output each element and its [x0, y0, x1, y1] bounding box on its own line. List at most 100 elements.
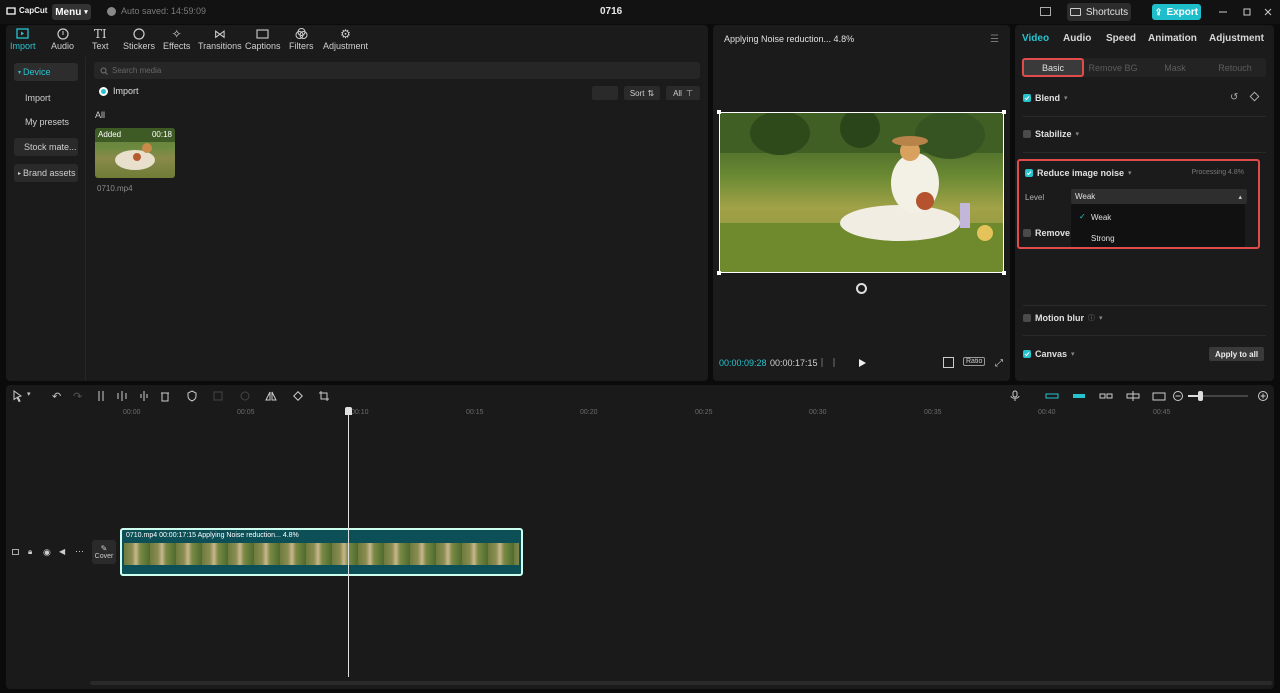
tab-speed[interactable]: Speed — [1106, 33, 1136, 44]
tab-import[interactable]: Import — [10, 27, 36, 51]
import-button[interactable]: Import — [99, 86, 139, 96]
motion-blur-checkbox[interactable] — [1023, 314, 1031, 322]
maximize-icon[interactable] — [1241, 6, 1253, 18]
menu-button[interactable]: Menu ▾ — [52, 4, 91, 20]
filter-button[interactable]: All ⊤ — [666, 86, 700, 100]
video-preview[interactable] — [717, 110, 1006, 275]
freeze-icon[interactable] — [212, 390, 224, 402]
media-item[interactable]: Added 00:18 — [95, 128, 175, 178]
sort-button[interactable]: Sort ⇅ — [624, 86, 660, 100]
auto-snap-icon[interactable] — [1072, 390, 1085, 402]
subtab-remove-bg[interactable]: Remove BG — [1083, 58, 1143, 77]
chevron-down-icon[interactable]: ▾ — [1076, 130, 1080, 138]
keyframe-icon[interactable] — [1249, 91, 1260, 102]
select-tool-icon[interactable] — [12, 390, 24, 402]
shield-icon[interactable] — [186, 390, 198, 402]
playhead[interactable] — [348, 409, 349, 677]
play-icon[interactable] — [858, 358, 867, 368]
tab-adjustment[interactable]: ⚙ Adjustment — [323, 27, 368, 52]
sidebar-item-brand-assets[interactable]: ▸ Brand assets — [14, 164, 78, 182]
search-input[interactable]: Search media — [94, 62, 700, 79]
canvas-checkbox[interactable] — [1023, 350, 1031, 358]
reverse-icon[interactable] — [239, 390, 251, 402]
more-icon[interactable]: ⋯ — [75, 546, 84, 557]
tab-animation[interactable]: Animation — [1148, 33, 1197, 44]
zoom-slider-thumb[interactable] — [1198, 391, 1203, 401]
level-option-weak[interactable]: Weak — [1091, 213, 1111, 222]
microphone-icon[interactable] — [1009, 390, 1021, 402]
zoom-in-icon[interactable] — [1257, 390, 1269, 402]
track-video-icon[interactable] — [12, 549, 19, 555]
shortcuts-button[interactable]: Shortcuts — [1067, 3, 1131, 21]
sidebar-item-import[interactable]: Import — [14, 89, 78, 107]
split-left-icon[interactable] — [116, 390, 128, 402]
tick-label: 00:05 — [237, 409, 255, 416]
chevron-down-icon[interactable]: ▾ — [1071, 350, 1075, 358]
close-icon[interactable] — [1262, 6, 1274, 18]
undo-icon[interactable]: ↶ — [52, 390, 64, 403]
chevron-down-icon[interactable]: ▾ — [1099, 314, 1103, 322]
resize-handle[interactable] — [717, 110, 721, 114]
zoom-slider[interactable] — [1188, 391, 1248, 401]
export-button[interactable]: ⇪ Export — [1152, 4, 1201, 20]
tab-captions[interactable]: Captions — [245, 27, 281, 51]
mirror-icon[interactable] — [265, 390, 277, 402]
zoom-out-icon[interactable] — [1172, 390, 1184, 402]
chevron-down-icon[interactable]: ▾ — [1128, 169, 1132, 177]
chevron-down-icon[interactable]: ▾ — [27, 390, 39, 402]
redo-icon[interactable]: ↷ — [73, 390, 85, 403]
subtab-mask[interactable]: Mask — [1145, 58, 1205, 77]
caption-toggle-icon[interactable] — [1152, 390, 1166, 402]
fullscreen-icon[interactable]: ⤢ — [995, 358, 1003, 369]
time-ruler[interactable]: 00:00 00:05 00:10 00:15 00:20 00:25 00:3… — [121, 407, 1271, 419]
crop-screen-icon[interactable] — [943, 357, 954, 368]
resize-handle[interactable] — [717, 271, 721, 275]
sidebar-item-stock-material[interactable]: Stock mate... — [14, 138, 78, 156]
noise-checkbox[interactable] — [1025, 169, 1033, 177]
link-icon[interactable] — [1099, 390, 1113, 402]
crop-icon[interactable] — [318, 390, 330, 402]
chevron-down-icon[interactable]: ▾ — [1064, 94, 1068, 102]
minimize-icon[interactable] — [1217, 6, 1229, 18]
resize-handle[interactable] — [1002, 271, 1006, 275]
level-select[interactable]: Weak ▴ — [1071, 189, 1247, 204]
tab-adjustment-props[interactable]: Adjustment — [1209, 33, 1264, 44]
reset-icon[interactable]: ↺ — [1230, 92, 1238, 103]
horizontal-scrollbar[interactable] — [90, 681, 1272, 685]
subtab-retouch[interactable]: Retouch — [1205, 58, 1265, 77]
tab-video[interactable]: Video — [1022, 33, 1049, 44]
sidebar-item-my-presets[interactable]: My presets — [14, 113, 78, 131]
grid-view-icon[interactable] — [592, 86, 618, 100]
tab-effects[interactable]: ✧ Effects — [163, 27, 190, 52]
rotate-clip-icon[interactable] — [292, 390, 304, 402]
layout-icon[interactable] — [1040, 7, 1051, 16]
stabilize-checkbox[interactable] — [1023, 130, 1031, 138]
resize-handle[interactable] — [1002, 110, 1006, 114]
frames-icon[interactable] — [821, 358, 835, 367]
split-right-icon[interactable] — [138, 390, 150, 402]
split-icon[interactable] — [95, 390, 107, 402]
video-clip[interactable]: 0710.mp4 00:00:17:15 Applying Noise redu… — [120, 528, 523, 576]
tab-filters[interactable]: Filters — [289, 27, 314, 51]
tab-text[interactable]: TI Text — [92, 27, 109, 52]
delete-icon[interactable] — [159, 390, 171, 402]
preview-axis-icon[interactable] — [1126, 390, 1140, 402]
tab-audio[interactable]: Audio — [51, 27, 74, 51]
volume-icon[interactable]: ◀ — [59, 547, 65, 556]
lock-icon[interactable]: 🔒︎ — [28, 547, 32, 557]
apply-to-all-button[interactable]: Apply to all — [1209, 347, 1264, 361]
sidebar-item-device[interactable]: ▾ Device — [14, 63, 78, 81]
tab-transitions[interactable]: ⋈ Transitions — [198, 27, 242, 52]
blend-checkbox[interactable] — [1023, 94, 1031, 102]
ratio-button[interactable]: Ratio — [963, 357, 986, 366]
cover-button[interactable]: ✎ Cover — [92, 540, 116, 564]
rotate-icon[interactable] — [856, 283, 867, 294]
level-option-strong[interactable]: Strong — [1091, 234, 1115, 243]
eye-icon[interactable]: ◉ — [43, 547, 51, 558]
main-track-magnet-icon[interactable] — [1045, 390, 1059, 402]
remove-checkbox[interactable] — [1023, 229, 1031, 237]
tab-audio-props[interactable]: Audio — [1063, 33, 1091, 44]
tab-stickers[interactable]: Stickers — [123, 27, 155, 51]
hamburger-icon[interactable]: ☰ — [990, 34, 999, 45]
subtab-basic[interactable]: Basic — [1022, 58, 1084, 77]
